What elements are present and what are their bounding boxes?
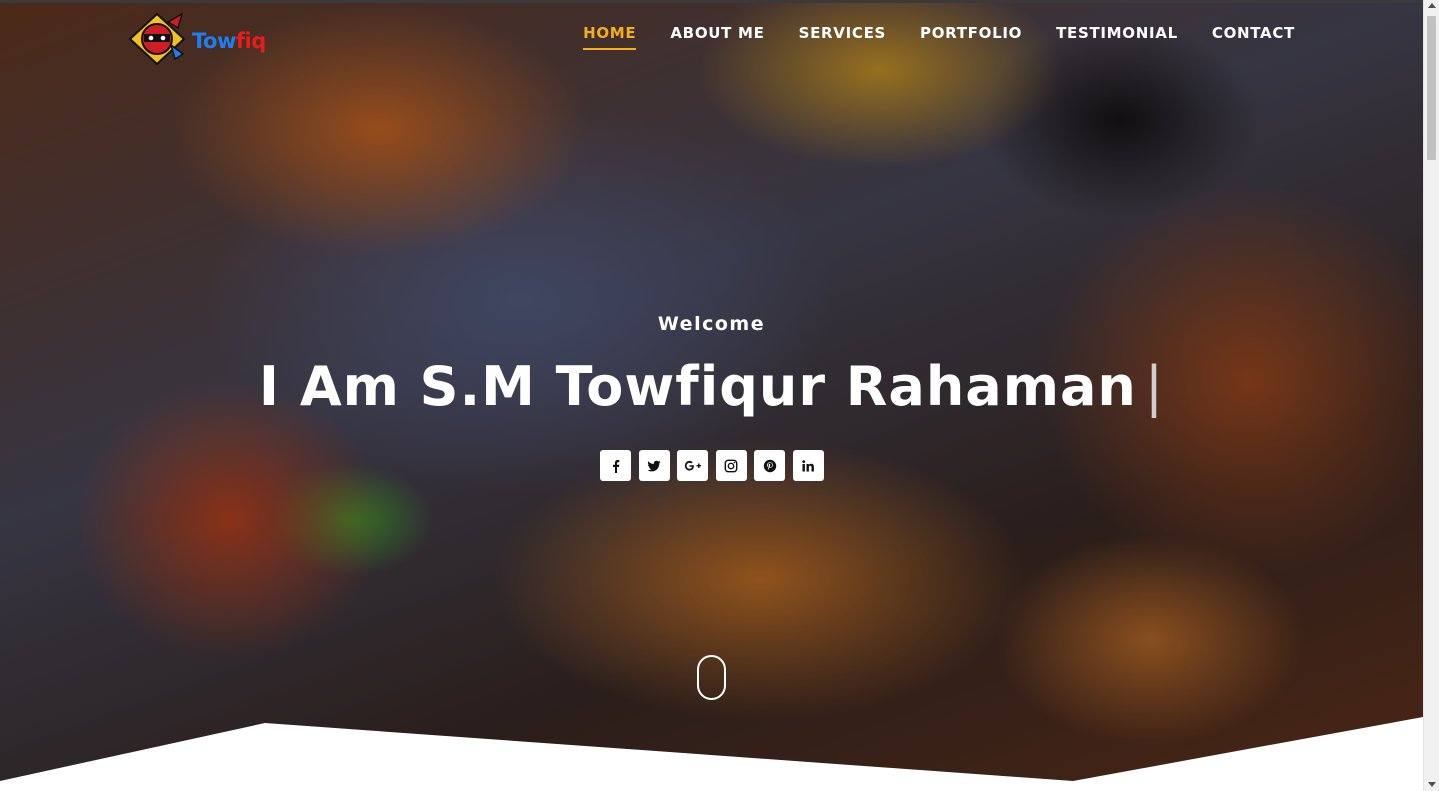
headline-text: I Am S.M Towfiqur Rahaman [258,355,1137,418]
site-logo[interactable]: Towfiq [128,12,266,66]
main-nav: HOME ABOUT ME SERVICES PORTFOLIO TESTIMO… [549,24,1295,50]
instagram-link[interactable] [715,450,747,481]
typing-cursor: | [1144,355,1165,418]
nav-about-me[interactable]: ABOUT ME [670,24,764,50]
twitter-icon [647,460,661,471]
welcome-text: Welcome [657,313,766,335]
nav-contact[interactable]: CONTACT [1212,24,1295,50]
mouse-scroll-icon[interactable] [697,655,726,700]
pinterest-link[interactable] [754,450,785,481]
pinterest-icon [763,459,776,472]
instagram-icon [724,459,738,472]
facebook-icon [612,459,619,473]
ninja-mascot-icon [128,12,186,66]
google-plus-link[interactable] [677,450,708,481]
nav-services[interactable]: SERVICES [799,24,886,50]
nav-portfolio[interactable]: PORTFOLIO [920,24,1022,50]
hero-headline: I Am S.M Towfiqur Rahaman | [0,355,1423,418]
google-plus-icon [684,460,701,470]
page-scrollbar[interactable] [1423,0,1439,791]
hero-bottom-shape [0,717,1423,791]
twitter-link[interactable] [638,450,670,481]
nav-testimonial[interactable]: TESTIMONIAL [1056,24,1178,50]
browser-top-strip [0,0,1423,3]
nav-home[interactable]: HOME [583,24,637,50]
logo-text: Towfiq [192,29,266,53]
scroll-down-arrow-icon[interactable] [1428,782,1436,787]
scrollbar-thumb[interactable] [1427,16,1436,160]
scroll-up-arrow-icon[interactable] [1428,3,1436,8]
linkedin-link[interactable] [792,450,824,481]
logo-text-part2: fiq [235,29,266,53]
social-links [600,450,831,481]
linkedin-icon [802,459,814,471]
facebook-link[interactable] [600,450,631,481]
logo-text-part1: Tow [192,29,236,53]
